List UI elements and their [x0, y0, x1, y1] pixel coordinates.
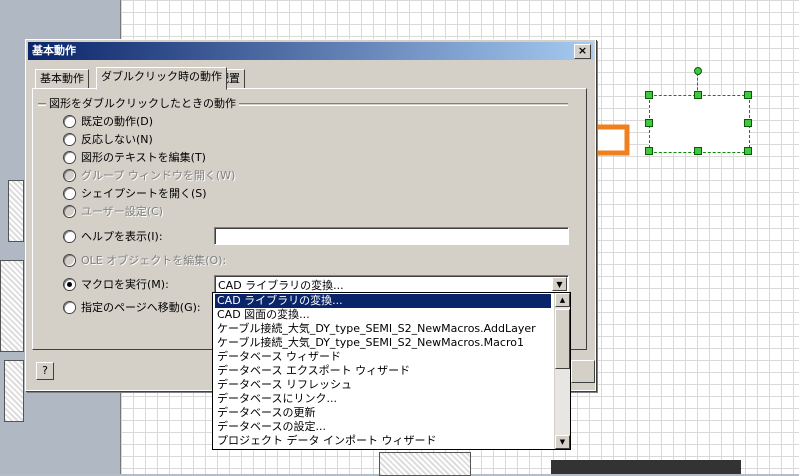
list-item[interactable]: データベースにリンク...	[215, 392, 337, 406]
list-item[interactable]: データベース ウィザード	[215, 350, 341, 364]
drawing-fragment	[8, 180, 24, 242]
image-fragment	[551, 460, 741, 474]
list-item[interactable]: ケーブル接続_大気_DY_type_SEMI_S2_NewMacros.AddL…	[215, 322, 536, 336]
dialog-title-bar[interactable]: 基本動作 ×	[28, 42, 593, 60]
rotation-handle[interactable]	[694, 67, 702, 75]
list-item[interactable]: CAD ライブラリの変換...	[214, 293, 552, 309]
radio-edit-text[interactable]	[64, 152, 75, 163]
help-button[interactable]: ?	[36, 362, 54, 380]
dialog-button[interactable]	[571, 360, 595, 383]
resize-handle[interactable]	[645, 147, 653, 155]
close-button[interactable]: ×	[574, 44, 591, 59]
vertical-scrollbar[interactable]: ▲ ▼	[554, 293, 570, 449]
dialog-title: 基本動作	[32, 44, 76, 57]
radio-run-macro[interactable]	[64, 279, 75, 290]
list-item[interactable]: データベースの設定...	[215, 420, 326, 434]
option-label: ヘルプを表示(I):	[81, 230, 163, 243]
radio-custom	[64, 206, 75, 217]
resize-handle[interactable]	[645, 119, 653, 127]
help-file-input[interactable]	[214, 227, 569, 245]
option-label: ユーザー設定(C)	[81, 205, 164, 218]
radio-show-help[interactable]	[64, 231, 75, 242]
radio-open-group	[64, 170, 75, 181]
drawing-fragment	[4, 360, 24, 422]
list-item[interactable]: データベース エクスポート ウィザード	[215, 364, 410, 378]
list-item[interactable]: データベースの更新	[215, 406, 315, 420]
resize-handle[interactable]	[694, 91, 702, 99]
resize-handle[interactable]	[645, 91, 653, 99]
radio-edit-ole	[64, 255, 75, 266]
list-item[interactable]: ケーブル接続_大気_DY_type_SEMI_S2_NewMacros.Macr…	[215, 336, 524, 350]
option-label: OLE オブジェクトを編集(O):	[81, 254, 227, 267]
radio-open-shapesheet[interactable]	[64, 188, 75, 199]
radio-go-to-page[interactable]	[64, 302, 75, 313]
group-label: 図形をダブルクリックしたときの動作	[46, 95, 239, 111]
scroll-up-icon[interactable]: ▲	[555, 293, 570, 307]
drawing-fragment	[379, 452, 471, 476]
list-item[interactable]: プロジェクト データ インポート ウィザード	[215, 434, 437, 448]
macro-combo[interactable]: CAD ライブラリの変換... ▼	[214, 275, 569, 293]
resize-handle[interactable]	[744, 91, 752, 99]
option-label: 指定のページへ移動(G):	[81, 301, 201, 314]
option-label: マクロを実行(M):	[81, 278, 169, 291]
list-item[interactable]: CAD 図面の変換...	[215, 308, 310, 322]
option-label: 反応しない(N)	[81, 133, 153, 146]
radio-default-action[interactable]	[64, 116, 75, 127]
resize-handle[interactable]	[744, 147, 752, 155]
option-label: 既定の動作(D)	[81, 115, 154, 128]
tab-basic[interactable]: 基本動作	[35, 69, 89, 89]
scroll-down-icon[interactable]: ▼	[555, 435, 570, 449]
option-label: 図形のテキストを編集(T)	[81, 151, 206, 164]
tab-double-click[interactable]: ダブルクリック時の動作	[96, 67, 227, 90]
chevron-down-icon[interactable]: ▼	[552, 277, 567, 291]
selected-shape[interactable]	[649, 95, 750, 153]
scroll-thumb[interactable]	[555, 309, 570, 369]
radio-no-action[interactable]	[64, 134, 75, 145]
option-label: グループ ウィンドウを開く(W)	[81, 169, 236, 182]
drawing-fragment	[0, 260, 24, 352]
option-label: シェイプシートを開く(S)	[81, 187, 207, 200]
resize-handle[interactable]	[744, 119, 752, 127]
macro-combo-value: CAD ライブラリの変換...	[218, 279, 344, 292]
resize-handle[interactable]	[694, 147, 702, 155]
macro-dropdown-list[interactable]: CAD ライブラリの変換... CAD 図面の変換... ケーブル接続_大気_D…	[212, 292, 571, 450]
list-item[interactable]: データベース リフレッシュ	[215, 378, 352, 392]
